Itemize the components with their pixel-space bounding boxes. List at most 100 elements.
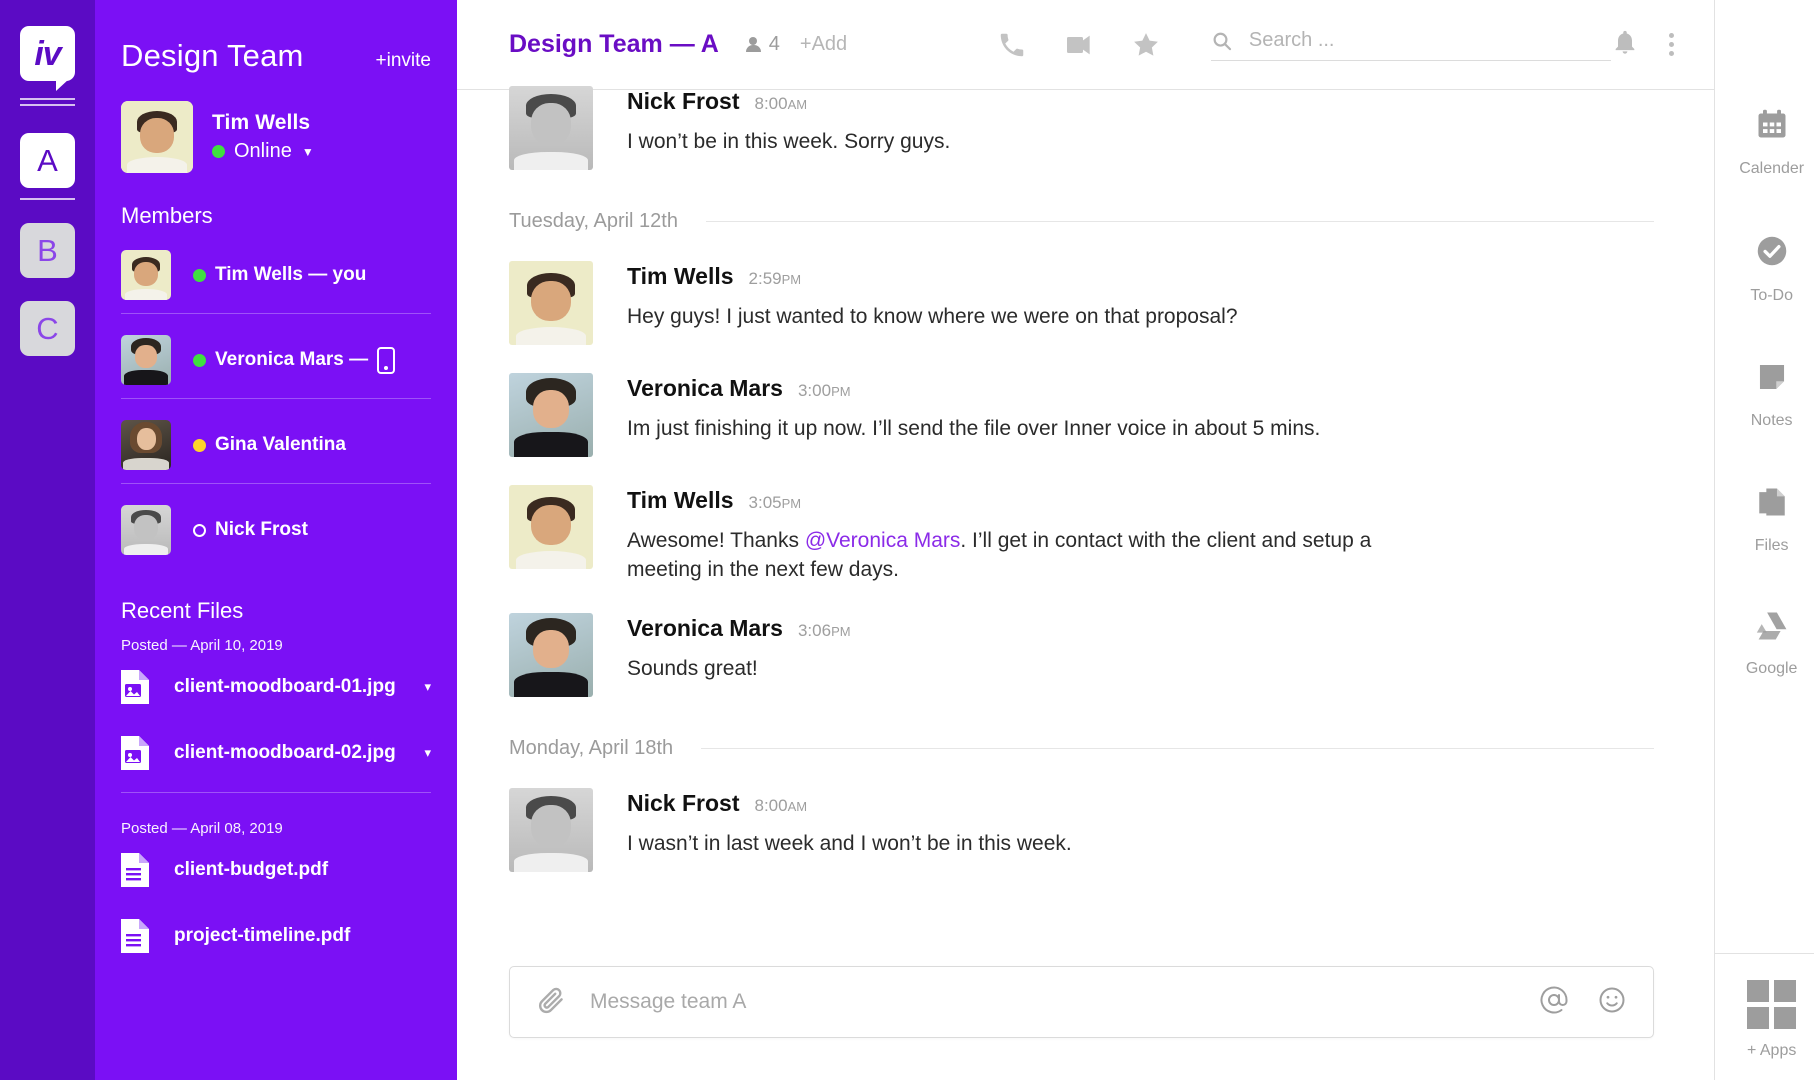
message-author[interactable]: Tim Wells xyxy=(627,487,734,514)
apps-sidebar: Calender To-Do Notes Files Google + Apps xyxy=(1714,0,1814,1080)
file-list-item[interactable]: client-budget.pdf xyxy=(121,837,431,903)
message-text: Awesome! Thanks @Veronica Mars. I’ll get… xyxy=(627,529,1372,581)
message-author[interactable]: Nick Frost xyxy=(627,790,739,817)
recent-files-list: Posted — April 10, 2019 client-moodboard-… xyxy=(121,637,431,969)
presence-dot-yellow-icon xyxy=(193,438,206,452)
member-list-item[interactable]: Veronica Mars — xyxy=(121,322,431,398)
app-item-calender[interactable]: Calender xyxy=(1739,106,1804,178)
workspace-active-underline xyxy=(20,198,75,200)
file-name: client-moodboard-01.jpg xyxy=(174,676,396,697)
file-group-date: Posted — April 08, 2019 xyxy=(121,820,283,837)
avatar xyxy=(509,485,593,569)
page-title: Design Team — A xyxy=(509,30,719,58)
message-timestamp: 8:00AM xyxy=(754,94,808,113)
workspace-b-button[interactable]: B xyxy=(20,223,75,278)
file-list-item[interactable]: project-timeline.pdf xyxy=(121,903,431,969)
message-timestamp: 3:06PM xyxy=(797,620,851,640)
message-timestamp: 2:59PM xyxy=(748,269,802,288)
add-apps-label: + Apps xyxy=(1746,1042,1797,1059)
app-logo[interactable]: iv xyxy=(20,26,75,91)
avatar xyxy=(121,505,171,555)
presence-dot-green-icon xyxy=(193,353,206,367)
doc-file-icon xyxy=(121,853,149,887)
current-user-status-label: Online xyxy=(234,140,292,162)
file-list-item[interactable]: client-moodboard-02.jpg ▾ xyxy=(121,720,431,786)
star-icon[interactable] xyxy=(1131,30,1161,60)
chevron-down-icon[interactable]: ▾ xyxy=(424,745,431,761)
check-circle-icon xyxy=(1754,233,1790,274)
file-group-date: Posted — April 10, 2019 xyxy=(121,637,283,654)
avatar xyxy=(509,612,593,697)
app-item-to-do[interactable]: To-Do xyxy=(1739,233,1804,305)
file-name: client-budget.pdf xyxy=(174,859,329,880)
main-chat-panel: Design Team — A 4 +Add Search ... Nick F… xyxy=(457,0,1715,1080)
chevron-down-icon[interactable]: ▾ xyxy=(424,679,431,695)
invite-button[interactable]: +invite xyxy=(376,50,431,72)
message-author[interactable]: Nick Frost xyxy=(627,88,739,115)
message-timestamp: 3:05PM xyxy=(748,493,802,512)
presence-dot-green-icon xyxy=(193,268,206,282)
avatar xyxy=(509,373,593,457)
members-heading: Members xyxy=(121,203,213,228)
current-user-status[interactable]: Online ▼ xyxy=(212,140,314,163)
message-input[interactable] xyxy=(590,990,1540,1014)
message-author[interactable]: Tim Wells xyxy=(627,263,734,290)
search-box[interactable] xyxy=(1211,29,1612,61)
message-text: Sounds great! xyxy=(627,656,758,680)
current-user-card[interactable]: Tim Wells Online ▼ xyxy=(121,101,431,173)
sidebar-header: Design Team +invite xyxy=(121,0,431,74)
kebab-menu-icon[interactable] xyxy=(1669,33,1675,56)
bell-icon[interactable] xyxy=(1611,28,1639,61)
grid-icon xyxy=(1747,980,1797,1029)
app-item-label: To-Do xyxy=(1750,287,1793,304)
search-icon xyxy=(1213,32,1232,50)
member-divider xyxy=(121,398,431,399)
add-apps-section[interactable]: + Apps xyxy=(1715,953,1814,1080)
message-item: Veronica Mars 3:00PM Im just finishing it … xyxy=(509,345,1654,457)
member-list-item[interactable]: Tim Wells — you xyxy=(121,237,431,313)
avatar xyxy=(509,787,593,872)
message-text: Hey guys! I just wanted to know where we… xyxy=(627,305,1238,328)
calendar-icon xyxy=(1754,106,1790,147)
message-author[interactable]: Veronica Mars xyxy=(627,615,783,642)
video-camera-icon[interactable] xyxy=(1063,29,1095,61)
chevron-down-icon[interactable]: ▼ xyxy=(302,145,314,159)
app-item-google[interactable]: Google xyxy=(1739,610,1804,678)
team-sidebar: Design Team +invite Tim Wells Online ▼ M… xyxy=(95,0,457,1080)
member-count[interactable]: 4 xyxy=(745,33,780,56)
call-actions xyxy=(997,29,1161,61)
workspace-c-button[interactable]: C xyxy=(20,301,75,356)
member-list-item[interactable]: Nick Frost xyxy=(121,492,431,568)
files-icon xyxy=(1755,485,1789,524)
doc-file-icon xyxy=(121,919,149,953)
member-count-value: 4 xyxy=(768,33,780,55)
message-item: Veronica Mars 3:06PM Sounds great! xyxy=(509,585,1654,697)
file-list-item[interactable]: client-moodboard-01.jpg ▾ xyxy=(121,654,431,720)
workspace-a-button[interactable]: A xyxy=(20,133,75,188)
app-logo-glyph: iv xyxy=(34,34,61,73)
member-name: Veronica Mars — xyxy=(215,349,369,370)
presence-dot-online-icon xyxy=(212,145,225,158)
member-name: Tim Wells — you xyxy=(215,264,367,285)
member-list-item[interactable]: Gina Valentina xyxy=(121,407,431,483)
user-mention-link[interactable]: @Veronica Mars xyxy=(805,529,961,552)
app-item-files[interactable]: Files xyxy=(1739,485,1804,555)
add-member-button[interactable]: +Add xyxy=(800,33,847,56)
phone-icon[interactable] xyxy=(997,30,1027,60)
app-item-label: Notes xyxy=(1750,412,1793,429)
date-divider-label: Monday, April 18th xyxy=(509,736,674,759)
paperclip-icon[interactable] xyxy=(536,985,566,1020)
at-sign-icon[interactable] xyxy=(1539,985,1569,1020)
message-text: I wasn’t in last week and I won’t be in … xyxy=(627,831,1072,855)
message-timestamp: 3:00PM xyxy=(797,381,851,400)
file-name: project-timeline.pdf xyxy=(174,925,351,946)
image-file-icon xyxy=(121,670,149,704)
current-user-avatar xyxy=(121,101,193,173)
message-list: Nick Frost 8:00AM I won’t be in this week.… xyxy=(457,58,1714,1080)
smiley-icon[interactable] xyxy=(1597,985,1627,1020)
date-divider-line xyxy=(701,747,1655,749)
avatar xyxy=(509,86,593,170)
app-item-notes[interactable]: Notes xyxy=(1739,360,1804,430)
search-input[interactable] xyxy=(1248,29,1612,52)
message-author[interactable]: Veronica Mars xyxy=(627,375,783,402)
